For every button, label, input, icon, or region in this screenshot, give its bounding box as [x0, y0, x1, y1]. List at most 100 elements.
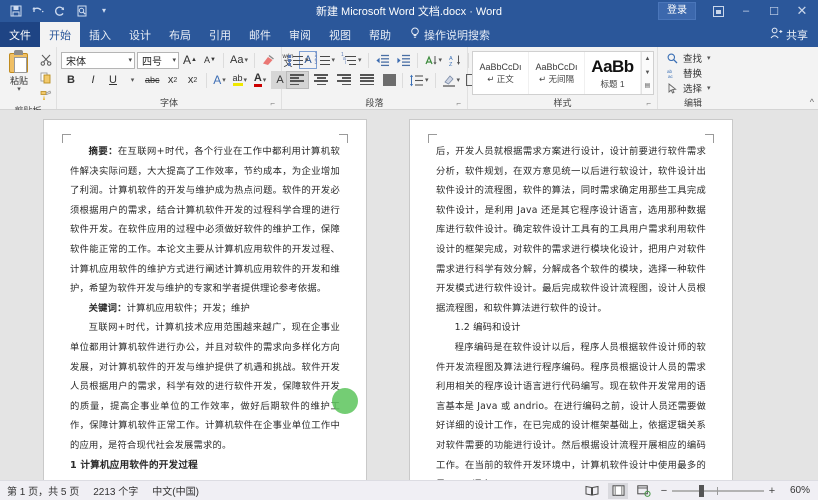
- styles-scroll-up-icon[interactable]: ▲: [642, 53, 653, 66]
- style-item-no-spacing[interactable]: AaBbCcDı ↵ 无间隔: [529, 52, 585, 94]
- close-button[interactable]: ✕: [788, 0, 816, 22]
- page-info[interactable]: 第 1 页，共 5 页: [7, 483, 79, 498]
- tab-mailings[interactable]: 邮件: [240, 22, 280, 47]
- ribbon-tab-strip: 文件 开始 插入 设计 布局 引用 邮件 审阅 视图 帮助 操作说明搜索 共享: [0, 22, 818, 47]
- font-name-combo[interactable]: 宋体 ▾: [61, 52, 135, 69]
- print-layout-icon[interactable]: [608, 483, 628, 499]
- web-layout-icon[interactable]: [634, 483, 654, 499]
- decrease-indent-button[interactable]: [373, 51, 392, 69]
- text-highlight-button[interactable]: ab▾: [231, 71, 250, 89]
- format-painter-icon[interactable]: [37, 88, 54, 104]
- style-item-heading-1[interactable]: AaBb 标题 1: [585, 52, 641, 94]
- sort-az-button[interactable]: AZ: [446, 51, 464, 69]
- save-icon[interactable]: [6, 2, 26, 20]
- paragraph-group-label: 段落 ⌐: [286, 96, 463, 109]
- chevron-down-icon[interactable]: ▾: [17, 87, 21, 92]
- zoom-level-label[interactable]: 60%: [782, 485, 810, 496]
- tab-home[interactable]: 开始: [40, 22, 80, 47]
- replace-label: 替换: [683, 66, 702, 80]
- style-item-normal[interactable]: AaBbCcDı ↵ 正文: [473, 52, 529, 94]
- shading-button[interactable]: ▾: [440, 71, 463, 89]
- increase-indent-button[interactable]: [394, 51, 413, 69]
- tell-me-search[interactable]: 操作说明搜索: [400, 22, 500, 47]
- tab-references[interactable]: 引用: [200, 22, 240, 47]
- align-center-button[interactable]: [311, 71, 332, 89]
- font-color-button[interactable]: A▾: [251, 71, 269, 89]
- redo-icon[interactable]: [50, 2, 70, 20]
- styles-scroll-controls: ▲ ▼ ▤: [641, 52, 653, 94]
- tab-file[interactable]: 文件: [0, 22, 40, 47]
- align-right-button[interactable]: [334, 71, 355, 89]
- subscript-button[interactable]: x2: [164, 71, 182, 89]
- editing-group-label: 编辑: [662, 96, 724, 109]
- zoom-out-button[interactable]: −: [660, 485, 668, 497]
- maximize-button[interactable]: ☐: [760, 0, 788, 22]
- dialog-launcher-icon[interactable]: ⌐: [456, 99, 461, 108]
- justify-button[interactable]: [357, 71, 378, 89]
- zoom-in-button[interactable]: +: [768, 485, 776, 497]
- dialog-launcher-icon[interactable]: ⌐: [270, 99, 275, 108]
- tab-layout[interactable]: 布局: [160, 22, 200, 47]
- tab-insert[interactable]: 插入: [80, 22, 120, 47]
- zoom-thumb[interactable]: [699, 485, 704, 497]
- chevron-down-icon[interactable]: ▾: [707, 54, 711, 62]
- zoom-track[interactable]: [672, 484, 764, 498]
- language-indicator[interactable]: 中文(中国): [152, 483, 199, 498]
- tab-view[interactable]: 视图: [320, 22, 360, 47]
- chevron-down-icon[interactable]: ▾: [707, 84, 711, 92]
- paragraph-body: 互联网+时代，计算机技术应用范围越来越广，现在企事业单位都用计算机软件进行办公，…: [70, 318, 340, 455]
- ribbon-display-options-icon[interactable]: [704, 0, 732, 22]
- print-preview-icon[interactable]: [72, 2, 92, 20]
- multilevel-list-button[interactable]: 1 a i ▾: [339, 51, 364, 69]
- line-spacing-button[interactable]: ▾: [407, 71, 431, 89]
- superscript-button[interactable]: x2: [184, 71, 202, 89]
- chevron-down-icon[interactable]: ▾: [168, 56, 176, 64]
- minimize-button[interactable]: –: [732, 0, 760, 22]
- shrink-font-button[interactable]: A▼: [201, 51, 219, 69]
- bullets-button[interactable]: ▾: [286, 51, 311, 69]
- sign-in-button[interactable]: 登录: [658, 2, 696, 20]
- paste-button[interactable]: 粘贴 ▾: [2, 50, 36, 92]
- tab-help[interactable]: 帮助: [360, 22, 400, 47]
- customize-qat-icon[interactable]: ▾: [94, 2, 114, 20]
- zoom-slider[interactable]: − +: [660, 484, 776, 498]
- underline-button[interactable]: U: [105, 71, 121, 89]
- grow-font-button[interactable]: A▲: [181, 51, 199, 69]
- font-size-combo[interactable]: 四号 ▾: [137, 52, 179, 69]
- chevron-down-icon[interactable]: ▾: [124, 56, 132, 64]
- distribute-button[interactable]: [380, 71, 398, 89]
- document-page-left[interactable]: 摘要：在互联网+时代，各个行业在工作中都利用计算机软件解决实际问题，大大提高了工…: [44, 120, 366, 480]
- replace-button[interactable]: abac 替换: [666, 66, 711, 80]
- text-effects-button[interactable]: A▾: [211, 71, 229, 89]
- tab-review[interactable]: 审阅: [280, 22, 320, 47]
- select-button[interactable]: 选择 ▾: [666, 81, 711, 95]
- styles-group-label: 样式 ⌐: [472, 96, 653, 109]
- find-button[interactable]: 查找 ▾: [666, 51, 711, 65]
- styles-scroll-down-icon[interactable]: ▼: [642, 67, 653, 80]
- bold-button[interactable]: B: [61, 71, 81, 89]
- change-case-button[interactable]: Aa▾: [228, 51, 250, 69]
- abstract-lead: 摘要：: [89, 146, 118, 157]
- strikethrough-button[interactable]: abc: [143, 71, 162, 89]
- underline-dropdown-icon[interactable]: ▾: [123, 71, 141, 89]
- document-canvas[interactable]: 摘要：在互联网+时代，各个行业在工作中都利用计算机软件解决实际问题，大大提高了工…: [0, 110, 818, 480]
- status-bar: 第 1 页，共 5 页 2213 个字 中文(中国) − +: [0, 480, 818, 500]
- align-left-button[interactable]: [286, 71, 309, 89]
- numbering-button[interactable]: 1 2 3 ▾: [313, 51, 338, 69]
- read-mode-icon[interactable]: [582, 483, 602, 499]
- share-button[interactable]: 共享: [760, 22, 818, 47]
- clear-formatting-icon[interactable]: [259, 51, 277, 69]
- sort-button[interactable]: ▾: [422, 51, 445, 69]
- cut-icon[interactable]: [37, 52, 54, 68]
- copy-icon[interactable]: [37, 70, 54, 86]
- undo-icon[interactable]: [28, 2, 48, 20]
- tab-design[interactable]: 设计: [120, 22, 160, 47]
- font-color-swatch: A: [254, 73, 262, 86]
- document-page-right[interactable]: 后，开发人员就根据需求方案进行设计，设计前要进行软件需求分析，软件规划，在双方意…: [410, 120, 732, 480]
- italic-button[interactable]: I: [83, 71, 103, 89]
- distribute-icon: [383, 74, 396, 86]
- collapse-ribbon-icon[interactable]: ^: [810, 97, 814, 107]
- styles-more-icon[interactable]: ▤: [642, 80, 653, 93]
- word-count[interactable]: 2213 个字: [93, 483, 138, 498]
- dialog-launcher-icon[interactable]: ⌐: [646, 99, 651, 108]
